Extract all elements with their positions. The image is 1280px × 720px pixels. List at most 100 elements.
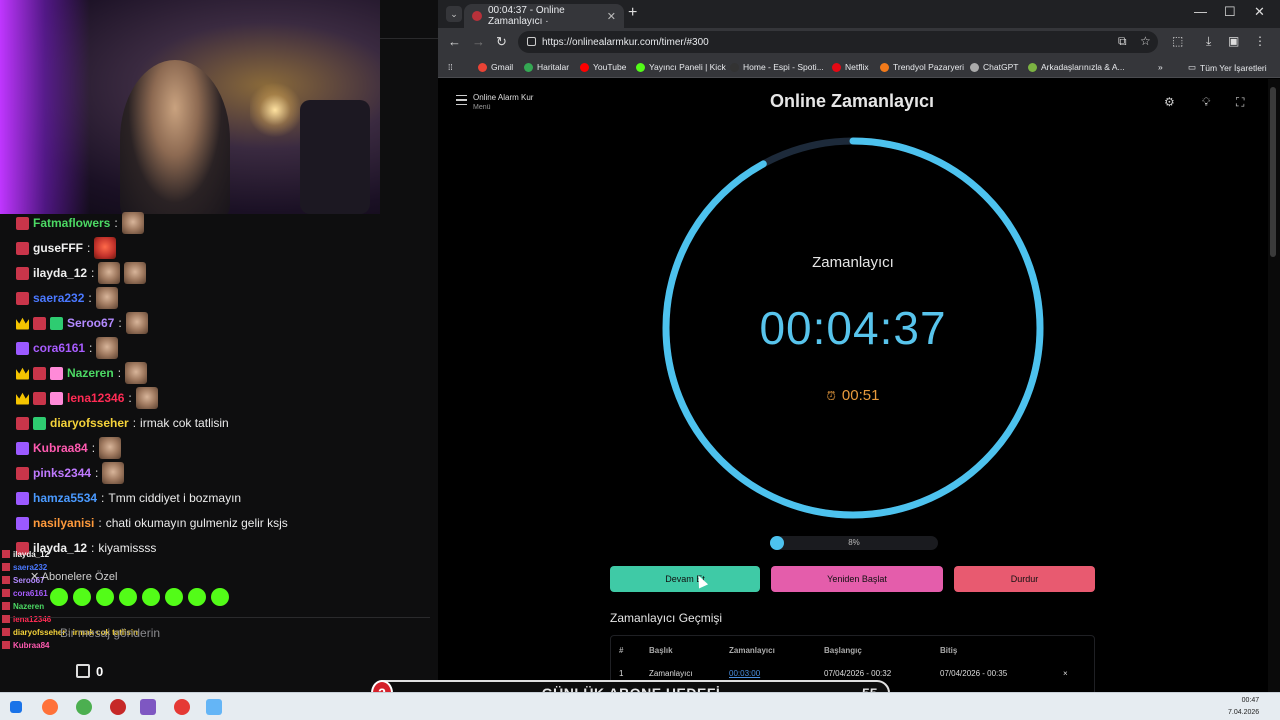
resume-button[interactable]: Devam Et	[610, 566, 760, 592]
bookmark-item[interactable]: YouTube	[580, 62, 626, 72]
emote-icon[interactable]	[142, 588, 160, 606]
overlay-username: cora6161	[13, 588, 48, 598]
chat-separator: :	[101, 491, 105, 505]
app-icon[interactable]	[110, 699, 126, 715]
install-icon[interactable]: ⧉	[1118, 34, 1127, 49]
bookmark-favicon-icon	[970, 62, 979, 72]
emote-icon[interactable]	[165, 588, 183, 606]
chat-username[interactable]: nasilyanisi	[33, 516, 94, 530]
delete-row-icon[interactable]: ×	[1063, 669, 1068, 678]
bookmark-item[interactable]: Netflix	[832, 62, 869, 72]
browser-icon[interactable]	[42, 699, 58, 715]
bookmark-item[interactable]: Arkadaşlarınızla & A...	[1028, 62, 1125, 72]
emote-image	[125, 362, 148, 384]
settings-gear-icon[interactable]: ⚙	[1164, 95, 1178, 109]
chat-separator: :	[91, 266, 95, 280]
mod-badge-icon	[2, 563, 10, 571]
bookmark-item[interactable]: Haritalar	[524, 62, 569, 72]
all-bookmarks[interactable]: ▭ Tüm Yer İşaretleri	[1188, 62, 1267, 73]
browser-window: ⌄ 00:04:37 - Online Zamanlayıcı · ✕ + — …	[438, 0, 1280, 692]
row-timer-link[interactable]: 00:03:00	[729, 669, 760, 678]
emote-icon[interactable]	[96, 588, 114, 606]
emote-image	[121, 212, 144, 234]
start-icon[interactable]	[10, 701, 22, 713]
chat-message: saera232:	[16, 287, 118, 309]
emote-icon[interactable]	[211, 588, 229, 606]
emote-bar[interactable]	[50, 588, 229, 606]
bookmark-item[interactable]: Gmail	[478, 62, 513, 72]
tab-search-icon[interactable]: ⌄	[446, 6, 462, 22]
chat-username[interactable]: pinks2344	[33, 466, 91, 480]
chat-username[interactable]: hamza5534	[33, 491, 97, 505]
emote-image	[95, 287, 118, 309]
chrome-icon[interactable]	[76, 699, 92, 715]
emote-icon[interactable]	[188, 588, 206, 606]
crown-badge-icon	[16, 392, 29, 405]
bookmarks-more-icon[interactable]: »	[1158, 62, 1163, 72]
mod-badge-icon	[2, 641, 10, 649]
bookmark-item[interactable]: Yayıncı Paneli | Kick	[636, 62, 726, 72]
app-icon[interactable]	[206, 699, 222, 715]
chat-input[interactable]: Bir mesaj gönderin	[10, 617, 430, 645]
purple-light	[0, 0, 90, 214]
extension-icon[interactable]: ▣	[1228, 34, 1239, 48]
emote-icon[interactable]	[119, 588, 137, 606]
address-bar[interactable]: https://onlinealarmkur.com/timer/#300	[518, 31, 1158, 53]
timer-display: 00:04:37	[759, 302, 947, 354]
opera-icon[interactable]	[174, 699, 190, 715]
chat-separator: :	[118, 316, 122, 330]
bookmark-label: Home - Espi - Spoti...	[743, 62, 824, 72]
scrollbar-thumb[interactable]	[1270, 87, 1276, 257]
forward-icon[interactable]: →	[472, 34, 485, 49]
chat-separator: :	[95, 466, 99, 480]
chat-username[interactable]: ilayda_12	[33, 266, 87, 280]
sub-badge-icon	[16, 516, 29, 530]
extensions-icon[interactable]: ⬚	[1172, 34, 1183, 48]
column-header: #	[619, 646, 624, 655]
menu-kebab-icon[interactable]: ⋮	[1254, 34, 1266, 48]
sub-badge-icon	[16, 491, 29, 505]
chat-username[interactable]: Fatmaflowers	[33, 216, 110, 230]
chat-username[interactable]: Seroo67	[67, 316, 114, 330]
chat-username[interactable]: saera232	[33, 291, 84, 305]
chat-separator: :	[89, 341, 93, 355]
emote-icon[interactable]	[50, 588, 68, 606]
sub-badge-icon	[16, 341, 29, 355]
tab-timer[interactable]: 00:04:37 - Online Zamanlayıcı · ✕	[464, 4, 624, 28]
row-number: 1	[619, 669, 624, 678]
fullscreen-icon[interactable]: ⛶	[1236, 95, 1250, 109]
discord-icon[interactable]	[140, 699, 156, 715]
download-icon[interactable]: ⤓	[1206, 34, 1211, 49]
chat-username[interactable]: Kubraa84	[33, 441, 88, 455]
maximize-icon[interactable]: ☐	[1224, 4, 1236, 20]
chat-text: irmak cok tatlisin	[140, 416, 229, 430]
chat-username[interactable]: lena12346	[67, 391, 124, 405]
close-icon[interactable]: ✕	[30, 571, 42, 583]
emote-icon[interactable]	[73, 588, 91, 606]
apps-icon[interactable]: ⁞⁞	[448, 62, 453, 72]
back-icon[interactable]: ←	[448, 34, 461, 49]
site-info-icon[interactable]	[527, 37, 536, 46]
chat-username[interactable]: Nazeren	[67, 366, 114, 380]
bookmark-item[interactable]: ChatGPT	[970, 62, 1018, 72]
chat-message: lena12346:	[16, 387, 158, 409]
timer-page: Online Alarm Kur Menü Online Zamanlayıcı…	[438, 79, 1280, 692]
bookmark-label: YouTube	[593, 62, 627, 72]
chat-username[interactable]: guseFFF	[33, 241, 83, 255]
reload-icon[interactable]: ↻	[496, 34, 507, 50]
gift-icon[interactable]	[76, 664, 90, 678]
row-end: 07/04/2026 - 00:35	[940, 669, 1008, 678]
restart-button[interactable]: Yeniden Başlat	[771, 566, 943, 592]
bookmark-item[interactable]: Trendyol Pazaryeri	[880, 62, 964, 72]
close-tab-icon[interactable]: ✕	[607, 10, 616, 23]
stop-button[interactable]: Durdur	[954, 566, 1095, 592]
minimize-icon[interactable]: —	[1194, 4, 1207, 19]
lightbulb-icon[interactable]: 💡︎	[1202, 95, 1216, 109]
chat-username[interactable]: diaryofsseher	[50, 416, 129, 430]
taskbar	[0, 692, 1280, 720]
bookmark-star-icon[interactable]: ☆	[1140, 34, 1151, 48]
chat-username[interactable]: cora6161	[33, 341, 85, 355]
new-tab-button[interactable]: +	[628, 4, 637, 22]
bookmark-item[interactable]: Home - Espi - Spoti...	[730, 62, 824, 72]
close-window-icon[interactable]: ✕	[1254, 4, 1265, 20]
